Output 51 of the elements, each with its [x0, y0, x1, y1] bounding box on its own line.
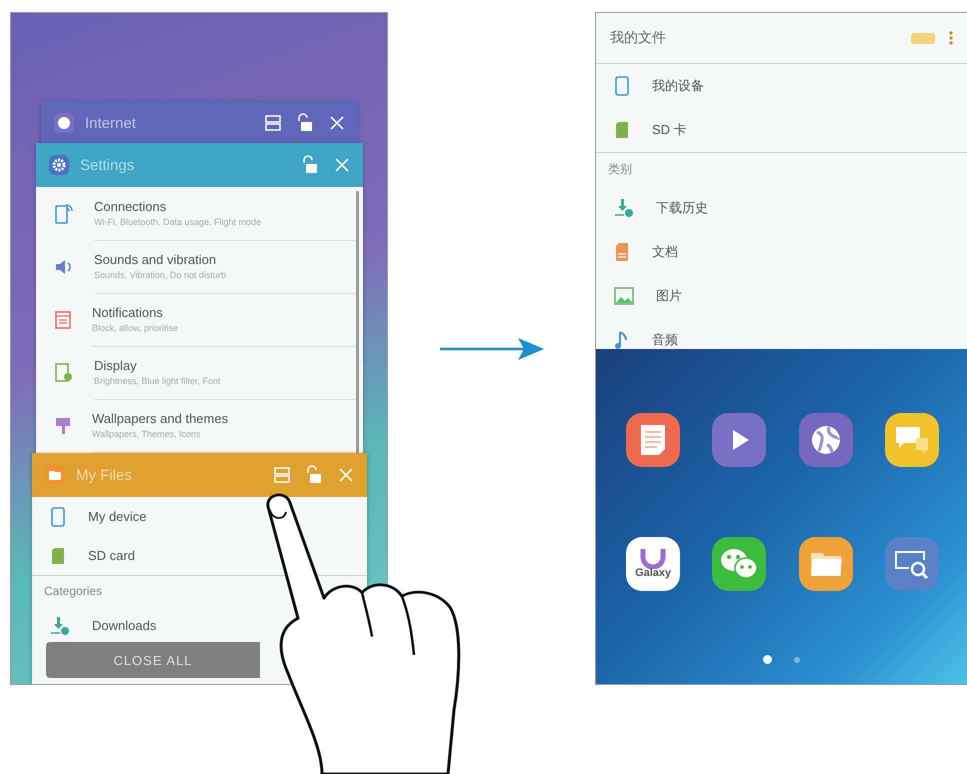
galaxy-store-app-icon[interactable]: Galaxy [626, 537, 680, 591]
category-label[interactable]: 音频 [652, 331, 678, 349]
setting-description: Sounds, Vibration, Do not disturb [94, 270, 227, 280]
window-title: Internet [85, 114, 137, 132]
window-title: Settings [80, 156, 136, 174]
tablet-icon [614, 76, 630, 96]
image-icon [614, 287, 634, 305]
page-dot[interactable] [794, 656, 800, 662]
notes-app-icon[interactable] [626, 413, 680, 467]
notification-list-icon [54, 310, 72, 330]
display-gear-icon [54, 362, 74, 384]
storage-label[interactable]: SD card [88, 548, 135, 563]
storage-label[interactable]: SD 卡 [652, 121, 687, 139]
globe-app-icon[interactable] [798, 413, 853, 467]
window-title: My Files [76, 466, 133, 484]
storage-label[interactable]: 我的设备 [652, 77, 704, 95]
category-label[interactable]: Downloads [92, 618, 156, 633]
storage-label[interactable]: My device [88, 509, 147, 524]
setting-title[interactable]: Notifications [92, 305, 355, 320]
download-clock-icon [614, 198, 634, 218]
right-arrow-icon [440, 338, 544, 360]
folder-app-icon[interactable] [798, 537, 853, 591]
screen-search-app-icon[interactable] [884, 537, 939, 591]
sd-card-icon [50, 546, 66, 564]
paint-roller-icon [54, 416, 72, 436]
document-icon [614, 242, 630, 262]
setting-title[interactable]: Connections [94, 199, 355, 214]
category-label[interactable]: 图片 [656, 287, 682, 305]
category-label[interactable]: 下载历史 [656, 199, 708, 217]
sd-card-icon [614, 121, 630, 139]
gear-icon [48, 154, 70, 176]
setting-title[interactable]: Wallpapers and themes [92, 411, 355, 426]
phone-signal-icon [54, 202, 74, 224]
setting-description: Wi-Fi, Bluetooth, Data usage, Flight mode [94, 217, 262, 227]
setting-title[interactable]: Display [94, 358, 355, 373]
setting-description: Block, allow, prioritise [92, 323, 180, 333]
setting-description: Wallpapers, Themes, Icons [92, 429, 202, 439]
download-clock-icon [50, 616, 70, 636]
setting-title[interactable]: Sounds and vibration [94, 252, 355, 267]
page-dot[interactable] [763, 655, 772, 664]
music-note-icon [614, 330, 630, 349]
setting-description: Brightness, Blue light filter, Font [94, 376, 222, 386]
folder-icon [44, 464, 66, 486]
chat-bubbles-app-icon[interactable] [884, 413, 939, 467]
more-options-icon[interactable] [949, 31, 953, 45]
video-player-app-icon[interactable] [712, 413, 766, 467]
panel-title: 我的文件 [610, 29, 667, 47]
tablet-icon [50, 506, 66, 526]
section-header: 类别 [596, 152, 967, 186]
category-label[interactable]: 文档 [652, 243, 678, 261]
chat-app-icon[interactable] [712, 537, 766, 591]
